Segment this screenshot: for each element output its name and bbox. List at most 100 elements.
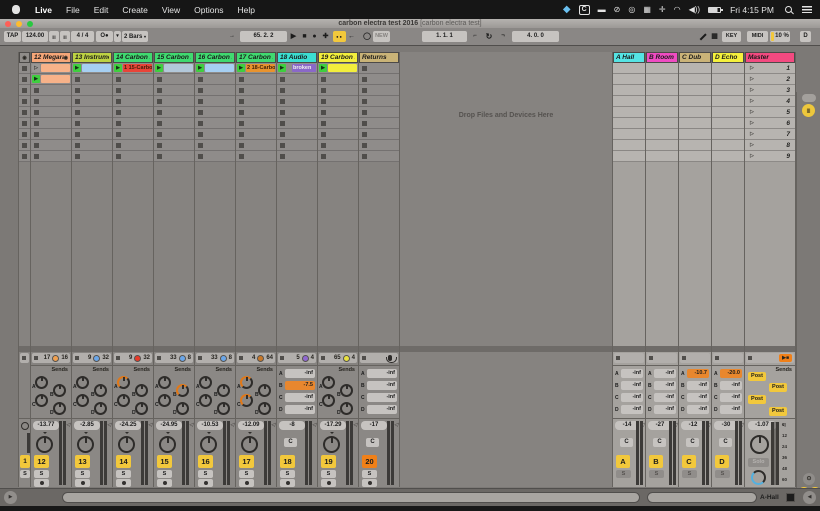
pan-field[interactable]: C (284, 438, 297, 447)
follow-button[interactable]: → (226, 31, 238, 42)
clip-stop-slot[interactable] (72, 151, 112, 162)
clip-play-icon[interactable]: ▶ (73, 64, 81, 72)
apple-icon[interactable] (12, 5, 20, 14)
loop-start-field[interactable]: 1. 1. 1 (422, 31, 467, 42)
clip-slot[interactable]: ▷ (31, 63, 71, 74)
disk-overload-indicator[interactable]: D (800, 31, 811, 42)
tap-tempo-button[interactable]: TAP (4, 31, 21, 42)
clip[interactable]: broken (292, 64, 316, 72)
menu-item-file[interactable]: File (59, 5, 87, 15)
send-knob-d[interactable]: D (340, 402, 353, 415)
track-activator-button[interactable]: 13 (75, 455, 90, 468)
clip[interactable] (41, 75, 70, 83)
send-knob-c[interactable]: C (76, 394, 89, 407)
clip-stop-slot[interactable] (318, 85, 358, 96)
volume-field[interactable]: -2.85 (74, 421, 100, 430)
track-activator-button[interactable]: B (649, 455, 663, 468)
clip-stop-slot[interactable] (236, 140, 276, 151)
clip-slot[interactable]: ▶1 15-Carbon (113, 63, 153, 74)
clip-stop-slot[interactable] (19, 129, 30, 140)
send-knob-b[interactable]: B (176, 384, 189, 397)
location-icon[interactable]: ◎ (628, 0, 635, 19)
clip-stop-slot[interactable] (195, 74, 235, 85)
arm-button[interactable] (157, 479, 172, 487)
send-knob-d[interactable]: D (217, 402, 230, 415)
do-not-disturb-icon[interactable]: ⊘ (614, 0, 621, 19)
pan-field[interactable]: C (620, 438, 633, 447)
clip-stop-slot[interactable] (195, 118, 235, 129)
cpu-meter[interactable]: 10 % (770, 31, 790, 42)
send-knob-d[interactable]: D (94, 402, 107, 415)
post-toggle-d[interactable]: Post (769, 407, 787, 416)
pan-field[interactable]: C (719, 438, 732, 447)
send-field-c[interactable]: C-inf (615, 393, 643, 402)
crosshair-icon[interactable]: ✛ (659, 0, 666, 19)
clip-stop-slot[interactable] (236, 151, 276, 162)
solo-button[interactable]: S (157, 470, 172, 478)
send-knob-b[interactable]: B (135, 384, 148, 397)
clip-stop-slot[interactable] (72, 107, 112, 118)
app-diamond-icon[interactable]: ◆ (563, 0, 571, 19)
send-knob-c[interactable]: C (117, 394, 130, 407)
track-activator-button[interactable]: 14 (116, 455, 131, 468)
track-activator-button[interactable]: A (616, 455, 630, 468)
send-knob-a[interactable]: A (322, 376, 335, 389)
clip-stop-slot[interactable] (236, 74, 276, 85)
clip-stop-slot[interactable] (277, 85, 317, 96)
pan-knob[interactable] (750, 435, 769, 454)
clip-stop-slot[interactable] (19, 107, 30, 118)
track-activator-button[interactable]: 17 (239, 455, 254, 468)
send-field-a[interactable]: A-inf (361, 369, 397, 378)
clip-stop-slot[interactable] (195, 85, 235, 96)
clip-stop-slot[interactable] (236, 96, 276, 107)
scene[interactable]: ▷5 (745, 107, 795, 118)
send-knob-a[interactable]: A (240, 376, 253, 389)
wifi-icon[interactable]: ◠ (674, 0, 681, 19)
stop-all-clips-button[interactable]: ▶■ (779, 354, 792, 362)
clip-stop-slot[interactable] (19, 151, 30, 162)
clip-stop-slot[interactable] (195, 151, 235, 162)
clip-stop-slot[interactable] (113, 140, 153, 151)
computer-midi-keyboard-button[interactable]: ▦ (709, 31, 720, 42)
volume-field[interactable]: -24.25 (115, 421, 141, 430)
pan-knob[interactable] (200, 436, 217, 453)
arm-button[interactable] (116, 479, 131, 487)
tempo-field[interactable]: 124.00 (22, 31, 48, 42)
clip-slot[interactable]: ▶2 18-Carbon (236, 63, 276, 74)
fold-icon[interactable]: ◉ (22, 55, 26, 61)
menu-item-view[interactable]: View (155, 5, 187, 15)
pan-knob[interactable] (323, 436, 340, 453)
clip-stop-slot[interactable] (19, 96, 30, 107)
clip-stop-slot[interactable] (318, 151, 358, 162)
send-knob-a[interactable]: A (158, 376, 171, 389)
clip-slot[interactable]: ▶broken (277, 63, 317, 74)
return-track-header[interactable]: A Hall (613, 52, 645, 63)
send-field-c[interactable]: C-inf (361, 393, 397, 402)
solo-button[interactable]: S (75, 470, 90, 478)
clip-stop-slot[interactable] (31, 118, 71, 129)
clip-stop-slot[interactable] (154, 140, 194, 151)
solo-button[interactable]: S (34, 470, 49, 478)
clip[interactable] (82, 64, 111, 72)
clip[interactable] (164, 64, 193, 72)
send-knob-c[interactable]: C (199, 394, 212, 407)
track-activator-button[interactable]: 15 (157, 455, 172, 468)
clip-stop-slot[interactable] (359, 85, 399, 96)
reenable-automation-button[interactable]: ← (347, 31, 356, 42)
send-field-b[interactable]: B-inf (648, 381, 676, 390)
battery-icon[interactable] (708, 7, 721, 13)
track-activator-button[interactable]: D (715, 455, 729, 468)
solo-button[interactable]: S (682, 470, 697, 478)
clip-stop-slot[interactable] (113, 96, 153, 107)
send-field-d[interactable]: D-inf (279, 405, 315, 414)
clip-stop-slot[interactable] (236, 107, 276, 118)
scene[interactable]: ▷1 (745, 63, 795, 74)
scene[interactable]: ▷9 (745, 151, 795, 162)
scene[interactable]: ▷2 (745, 74, 795, 85)
track-activator-button[interactable]: 20 (362, 455, 377, 468)
clip-stop-slot[interactable] (277, 140, 317, 151)
track-activator-button[interactable]: C (682, 455, 696, 468)
clip-stop-slot[interactable] (113, 74, 153, 85)
clip-stop-slot[interactable] (154, 107, 194, 118)
clip-slot[interactable]: ▶ (195, 63, 235, 74)
